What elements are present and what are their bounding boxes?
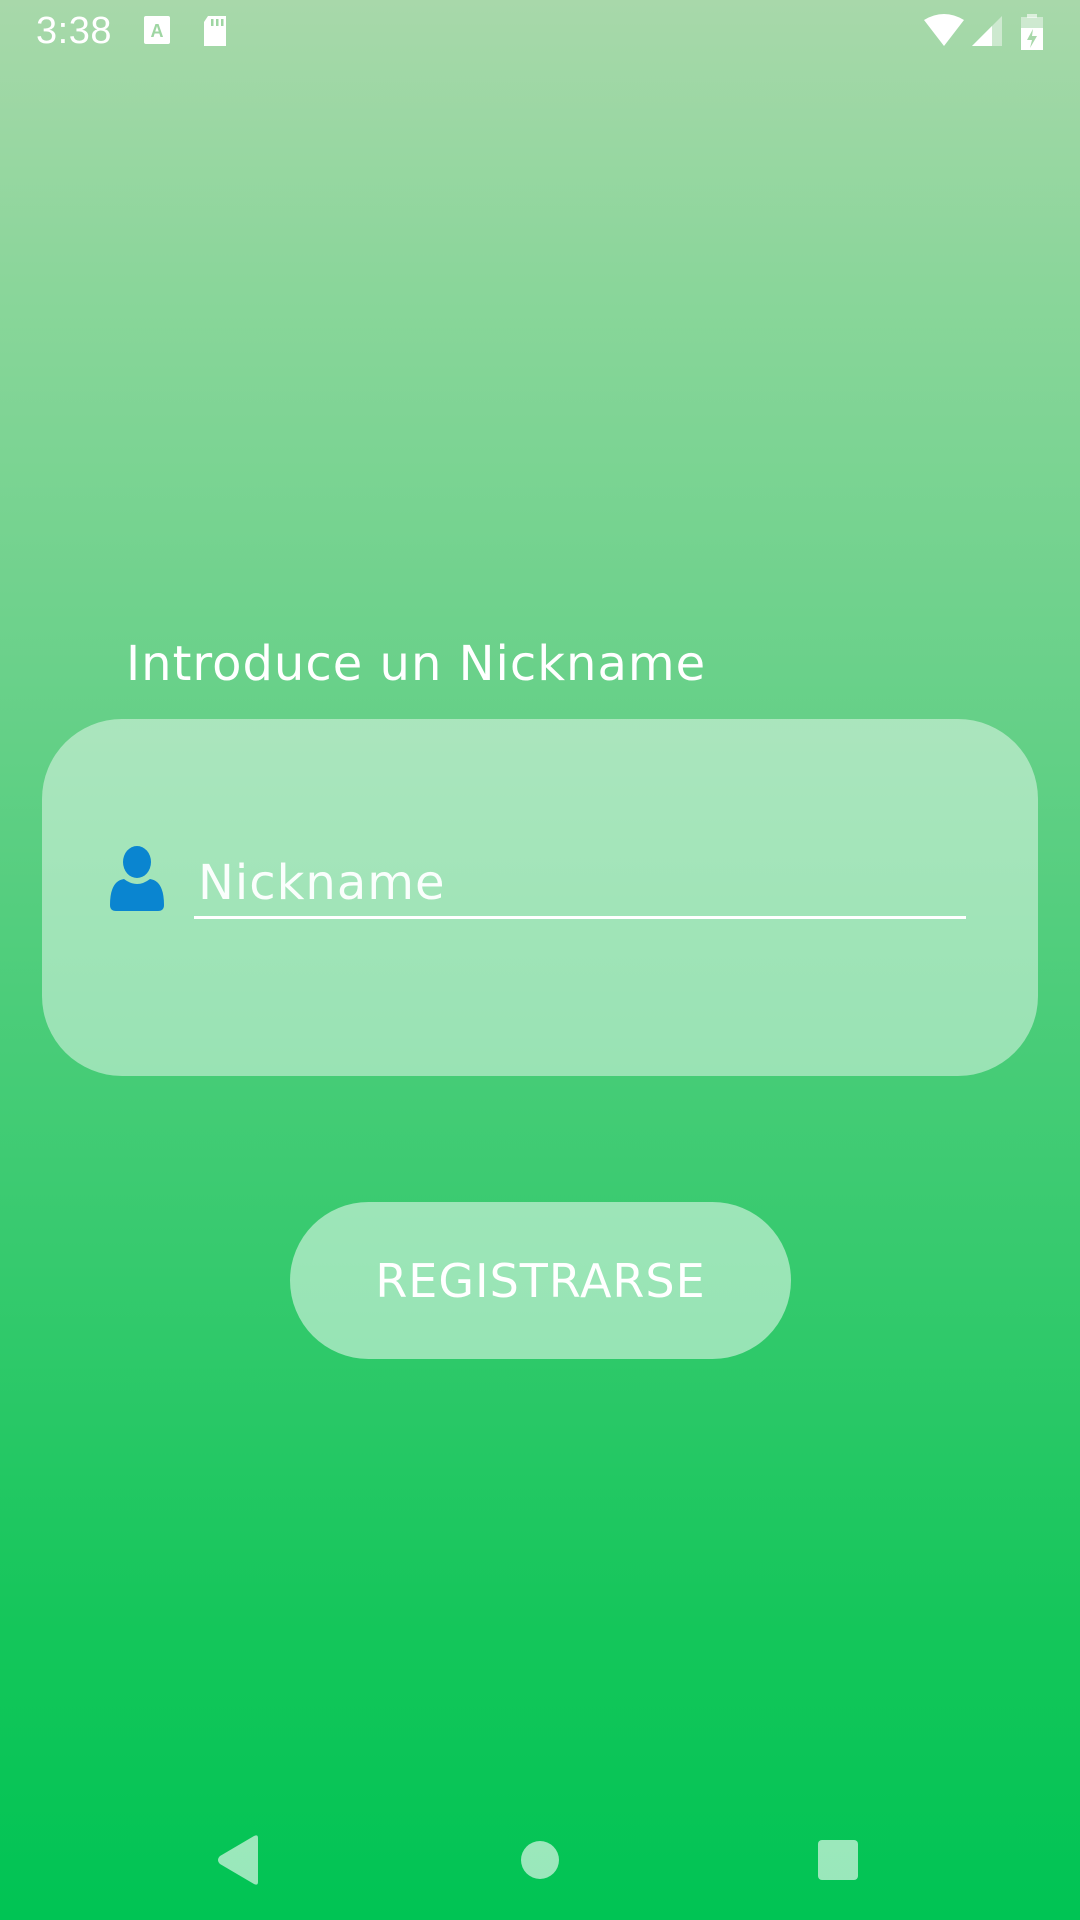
cell-signal-icon: [972, 16, 1002, 46]
sd-card-icon: [204, 16, 226, 46]
home-icon[interactable]: [510, 1830, 570, 1890]
nickname-card: [42, 719, 1038, 1076]
nickname-prompt-label: Introduce un Nickname: [126, 636, 707, 692]
nickname-input[interactable]: [194, 849, 966, 919]
a-icon: A: [144, 16, 170, 44]
status-bar: 3:38 A: [0, 0, 1080, 64]
recent-apps-icon[interactable]: [808, 1830, 868, 1890]
back-icon[interactable]: [208, 1830, 268, 1890]
status-time: 3:38: [36, 10, 112, 52]
register-button[interactable]: REGISTRARSE: [290, 1202, 791, 1359]
battery-charging-icon: [1021, 14, 1043, 50]
navigation-bar: [0, 1800, 1080, 1920]
wifi-icon: [924, 14, 964, 46]
svg-text:A: A: [151, 21, 164, 41]
user-icon: [110, 846, 164, 911]
